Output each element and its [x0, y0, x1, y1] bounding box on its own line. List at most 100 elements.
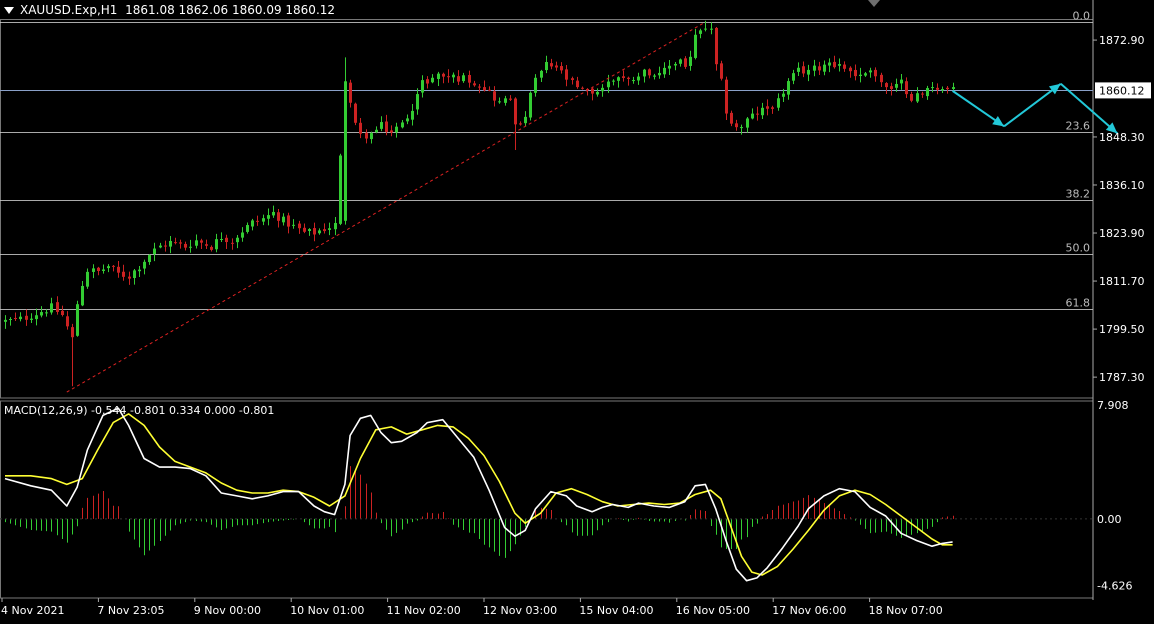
candle-body [895, 83, 898, 88]
candle-body [215, 239, 218, 250]
time-tick-label: 15 Nov 04:00 [579, 604, 653, 617]
candle-body [653, 75, 656, 77]
macd-values: -0.544 -0.801 0.334 0.000 -0.801 [91, 404, 275, 417]
candle-body [195, 240, 198, 246]
candle-body [771, 107, 774, 109]
candle-body [560, 66, 563, 71]
symbol-label: XAUUSD.Exp,H1 [20, 3, 118, 17]
candle-body [813, 65, 816, 71]
candle-body [35, 315, 38, 320]
candle-body [756, 113, 759, 115]
candle-body [462, 75, 465, 82]
candle-body [601, 87, 604, 92]
macd-tick-label: 0.00 [1097, 513, 1122, 526]
candle-body [205, 244, 208, 246]
chart-canvas[interactable]: 0.0 23.6 38.2 50.0 61.8 1872.90 1860.12 1848.3… [0, 0, 1154, 620]
candle-body [880, 74, 883, 83]
candle-body [442, 73, 445, 77]
candle-body [926, 88, 929, 97]
candle-body [437, 73, 440, 79]
candle-body [246, 225, 249, 232]
candle-body [189, 246, 192, 248]
candle-body [952, 87, 955, 89]
candle-body [777, 98, 780, 108]
candle-body [282, 216, 285, 223]
candle-body [313, 228, 316, 235]
chart-window[interactable]: 0.0 23.6 38.2 50.0 61.8 1872.90 1860.12 1848.3… [0, 0, 1154, 620]
candle-body [25, 315, 28, 320]
candle-body [735, 123, 738, 128]
candle-body [395, 126, 398, 133]
candle-body [545, 61, 548, 71]
candle-body [576, 80, 579, 88]
macd-header: MACD(12,26,9) -0.544 -0.801 0.334 0.000 … [4, 404, 274, 417]
candle-body [267, 215, 270, 219]
candle-body [890, 86, 893, 89]
fibonacci-level-label: 61.8 [1066, 297, 1091, 310]
candle-body [725, 79, 728, 114]
candle-body [339, 155, 342, 224]
candle-body [720, 63, 723, 79]
candle-body [122, 271, 125, 277]
candle-body [452, 74, 455, 78]
fibonacci-level-label: 0.0 [1073, 10, 1091, 23]
candle-body [622, 76, 625, 78]
candle-body [262, 218, 265, 222]
candle-body [787, 81, 790, 95]
candle-body [694, 34, 697, 58]
candle-body [668, 65, 671, 69]
chart-header: XAUUSD.Exp,H1 1861.08 1862.06 1860.09 18… [4, 3, 335, 17]
candle-body [426, 79, 429, 84]
candle-body [9, 319, 12, 321]
candle-body [86, 271, 89, 287]
candle-body [241, 232, 244, 238]
time-tick-label: 17 Nov 06:00 [772, 604, 846, 617]
candle-body [92, 268, 95, 272]
time-tick-label: 18 Nov 07:00 [869, 604, 943, 617]
candle-body [931, 87, 934, 89]
candle-body [514, 98, 517, 125]
candle-body [627, 77, 630, 79]
candle-body [272, 211, 275, 216]
candle-body [905, 81, 908, 95]
chart-menu-triangle-icon[interactable] [4, 7, 14, 14]
candle-body [704, 28, 707, 30]
candle-body [370, 133, 373, 140]
candle-body [849, 67, 852, 72]
time-tick-label: 12 Nov 03:00 [483, 604, 557, 617]
price-tick-label: 1787.30 [1099, 371, 1145, 384]
macd-tick-label: 7.908 [1097, 399, 1129, 412]
candle-body [859, 74, 862, 76]
candle-body [802, 66, 805, 74]
candle-body [164, 245, 167, 247]
macd-label: MACD(12,26,9) [4, 404, 88, 417]
candle-body [117, 266, 120, 273]
candle-body [406, 118, 409, 122]
time-tick-label: 10 Nov 01:00 [290, 604, 364, 617]
candle-body [498, 101, 501, 103]
candle-body [298, 223, 301, 229]
candle-body [591, 88, 594, 94]
fibonacci-level-label: 23.6 [1066, 120, 1091, 133]
candle-body [375, 129, 378, 133]
time-tick-label: 11 Nov 02:00 [387, 604, 461, 617]
candle-body [30, 318, 33, 320]
candle-body [61, 310, 64, 316]
candle-body [318, 230, 321, 234]
candle-body [76, 304, 79, 336]
candle-body [689, 56, 692, 66]
candle-body [843, 64, 846, 69]
candle-body [277, 212, 280, 221]
candle-body [941, 89, 944, 91]
candle-body [478, 86, 481, 88]
candle-body [66, 316, 69, 327]
candle-body [411, 110, 414, 120]
candle-body [468, 74, 471, 83]
candle-body [571, 78, 574, 80]
candle-body [529, 92, 532, 118]
candle-body [946, 87, 949, 90]
candle-body [761, 107, 764, 116]
candle-body [493, 91, 496, 101]
time-tick-label: 7 Nov 23:05 [97, 604, 164, 617]
candle-body [663, 67, 666, 75]
